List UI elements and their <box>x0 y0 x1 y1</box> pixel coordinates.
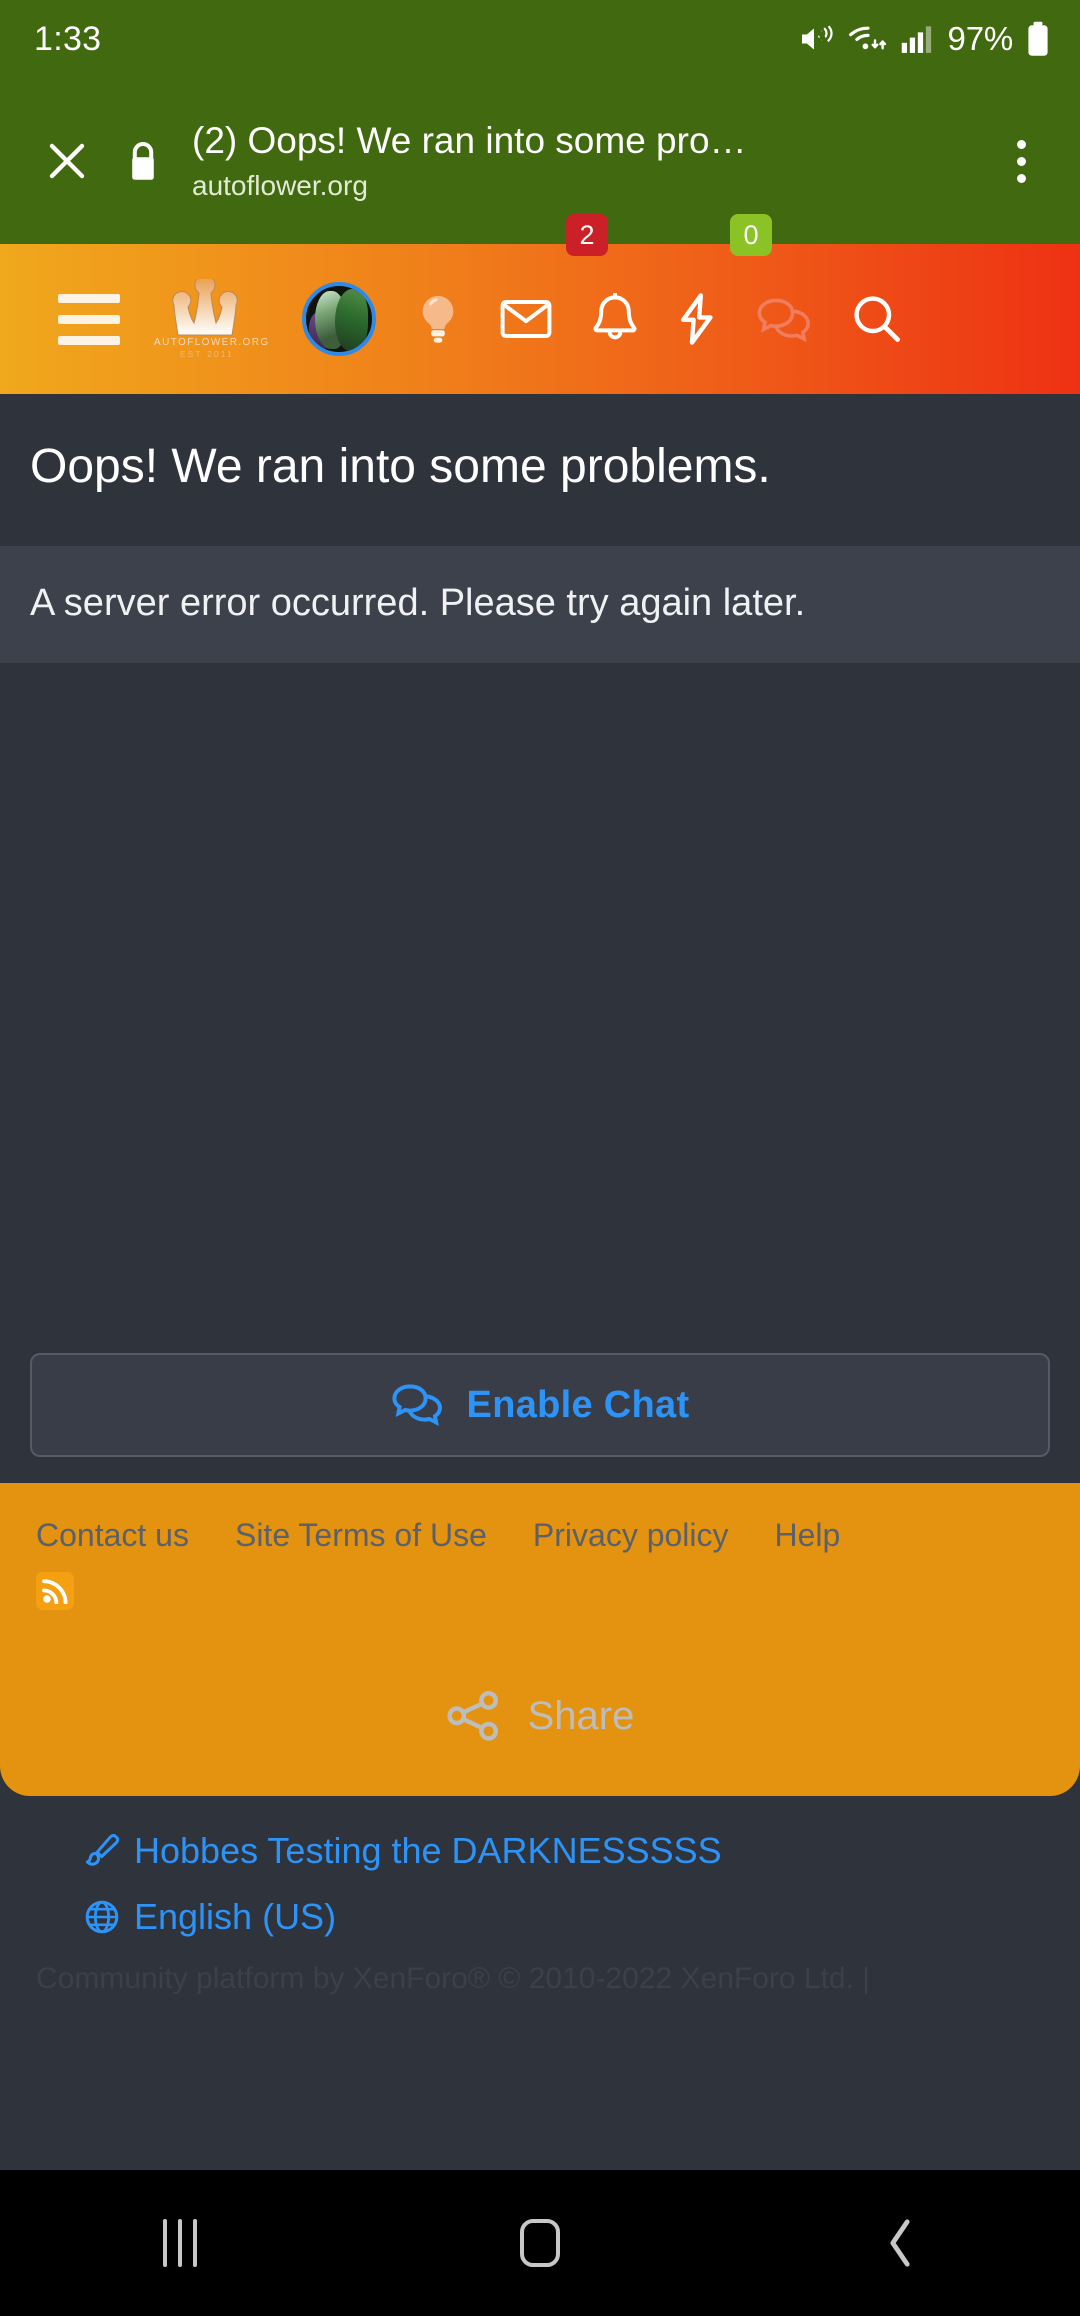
site-logo-button[interactable]: AUTOFLOWER.ORG EST 2011 <box>148 244 270 394</box>
paintbrush-icon <box>85 1834 120 1866</box>
autoflower-crown-logo: AUTOFLOWER.ORG EST 2011 <box>154 279 270 359</box>
tab-title-group: (2) Oops! We ran into some pro… autoflow… <box>174 119 990 202</box>
search-icon <box>854 296 900 342</box>
battery-percent: 97% <box>947 20 1014 57</box>
chat-bubbles-icon <box>391 1384 442 1427</box>
overflow-menu-icon <box>1016 173 1026 183</box>
language-chooser-link[interactable]: English (US) <box>0 1896 1080 1938</box>
style-chooser-link[interactable]: Hobbes Testing the DARKNESSSSS <box>0 1830 1080 1872</box>
android-navigation-bar <box>0 2170 1080 2316</box>
overflow-menu-icon <box>1016 156 1026 166</box>
error-description: A server error occurred. Please try agai… <box>30 581 806 624</box>
page-title: (2) Oops! We ran into some pro… <box>192 120 747 162</box>
battery-icon <box>1028 21 1048 56</box>
enable-chat-button[interactable]: Enable Chat <box>30 1353 1050 1458</box>
error-title-block: Oops! We ran into some problems. <box>0 394 1080 546</box>
share-label: Share <box>527 1693 635 1738</box>
menu-icon <box>58 314 120 324</box>
footer-links: Contact us Site Terms of Use Privacy pol… <box>0 1517 1080 1554</box>
error-description-block: A server error occurred. Please try agai… <box>0 545 1080 664</box>
status-bar: 1:33 97% <box>0 0 1080 78</box>
overflow-menu-icon <box>1016 139 1026 149</box>
status-clock: 1:33 <box>34 19 102 58</box>
secure-connection-button[interactable] <box>112 140 174 182</box>
copyright-text: Community platform by XenForo® © 2010-20… <box>36 1962 871 1996</box>
home-icon <box>520 2219 560 2267</box>
nav-item-whats-new[interactable] <box>416 244 460 394</box>
site-navigation-bar: AUTOFLOWER.ORG EST 2011 2 0 <box>0 214 1080 394</box>
style-chooser-label: Hobbes Testing the DARKNESSSSS <box>134 1830 722 1872</box>
lock-icon <box>132 142 154 180</box>
avatar <box>302 282 376 356</box>
status-icons: 97% <box>799 20 1050 58</box>
error-title: Oops! We ran into some problems. <box>30 440 771 493</box>
nav-item-quick-action[interactable] <box>678 244 716 394</box>
nav-menu-button[interactable] <box>26 244 130 394</box>
content-empty-area <box>0 663 1080 1354</box>
page-content: Oops! We ran into some problems. A serve… <box>0 394 1080 1354</box>
alerts-badge: 2 <box>566 214 608 256</box>
rss-feed-button[interactable] <box>36 1572 74 1611</box>
phone-screen: 1:33 97% (2) Oops! We ran into some pro…… <box>0 0 1080 2316</box>
enable-chat-label: Enable Chat <box>466 1383 690 1426</box>
signal-icon <box>901 26 931 53</box>
close-icon <box>49 143 85 179</box>
nav-item-search[interactable] <box>852 244 902 394</box>
overflow-menu-button[interactable] <box>990 139 1052 183</box>
footer-bottom-links: Hobbes Testing the DARKNESSSSS English (… <box>0 1796 1080 1997</box>
back-button[interactable] <box>810 2170 990 2316</box>
footer-link-contact-us[interactable]: Contact us <box>36 1517 189 1554</box>
crown-icon <box>172 279 238 336</box>
back-icon <box>890 2219 910 2267</box>
page-url: autoflower.org <box>192 170 368 202</box>
custom-tab-header: (2) Oops! We ran into some pro… autoflow… <box>0 78 1080 244</box>
chat-bubbles-icon <box>757 298 811 342</box>
enable-chat-wrapper: Enable Chat <box>0 1353 1080 1458</box>
conversations-badge: 0 <box>730 214 772 256</box>
globe-icon <box>85 1900 119 1934</box>
lightbulb-icon <box>422 295 454 343</box>
nav-item-inbox[interactable] <box>500 244 552 394</box>
wifi-icon <box>848 26 886 50</box>
recents-button[interactable] <box>90 2170 270 2316</box>
nav-item-alerts[interactable]: 2 <box>566 214 638 394</box>
footer-link-privacy-policy[interactable]: Privacy policy <box>533 1517 729 1554</box>
nav-item-conversations[interactable]: 0 <box>730 214 812 394</box>
home-button[interactable] <box>450 2170 630 2316</box>
menu-icon <box>58 293 120 303</box>
user-avatar-button[interactable] <box>266 244 376 394</box>
footer-link-site-terms[interactable]: Site Terms of Use <box>235 1517 487 1554</box>
mute-icon <box>801 25 833 52</box>
share-icon <box>447 1691 498 1741</box>
lightning-icon <box>681 293 713 345</box>
recents-icon <box>163 2219 197 2267</box>
rss-row <box>0 1554 1080 1611</box>
site-footer: Contact us Site Terms of Use Privacy pol… <box>0 1483 1080 1797</box>
mail-icon <box>500 300 552 338</box>
logo-subtitle-text: EST 2011 <box>179 350 235 359</box>
share-button[interactable]: Share <box>0 1690 1080 1742</box>
menu-icon <box>58 335 120 345</box>
close-tab-button[interactable] <box>32 126 102 196</box>
footer-link-help[interactable]: Help <box>775 1517 841 1554</box>
language-chooser-label: English (US) <box>134 1896 337 1938</box>
rss-icon <box>42 1579 68 1605</box>
logo-title-text: AUTOFLOWER.ORG <box>154 337 270 348</box>
bell-icon <box>593 293 637 340</box>
